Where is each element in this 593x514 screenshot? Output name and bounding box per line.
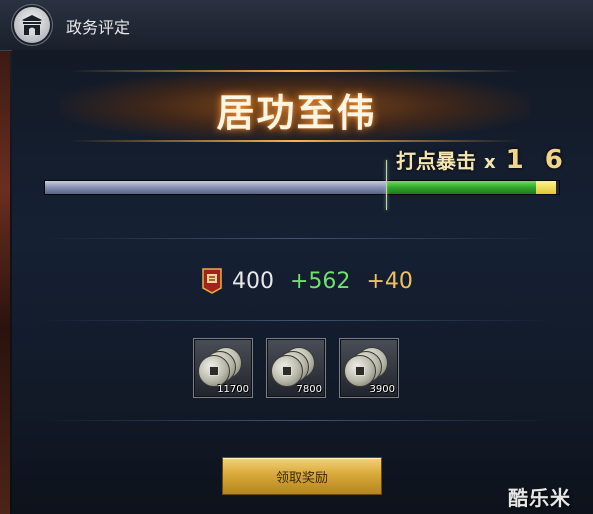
progress-fill-gained <box>387 181 536 194</box>
banner-bottom-line <box>70 140 520 142</box>
score-base: 400 <box>232 268 274 294</box>
crit-value: 1 6 <box>505 145 569 175</box>
progress-marker <box>386 160 387 210</box>
title-bar: 政务评定 <box>0 0 593 51</box>
crit-indicator: 打点暴击 x 1 6 <box>396 145 569 175</box>
divider <box>40 238 553 239</box>
progress-fill-previous <box>45 181 387 194</box>
reward-item[interactable]: 7800 <box>266 338 326 398</box>
red-banner-badge-icon <box>202 268 222 294</box>
window-title: 政务评定 <box>66 18 131 37</box>
reward-item[interactable]: 11700 <box>193 338 253 398</box>
reward-item[interactable]: 3900 <box>339 338 399 398</box>
progress-fill-tip <box>536 181 556 194</box>
progress-bar <box>44 180 560 195</box>
reward-count: 7800 <box>296 384 322 395</box>
reward-count: 3900 <box>369 384 395 395</box>
banner-top-line <box>70 70 520 72</box>
crit-multiplier-sign: x <box>484 152 496 173</box>
palace-gate-icon <box>14 7 50 43</box>
copper-coin-stack-icon <box>344 355 376 387</box>
copper-coin-stack-icon <box>198 355 230 387</box>
crit-label: 打点暴击 <box>396 149 476 173</box>
copper-coin-stack-icon <box>271 355 303 387</box>
watermark: 酷乐米 <box>508 486 571 510</box>
claim-reward-button[interactable]: 领取奖励 <box>222 457 382 495</box>
score-row: 400 +562 +40 <box>202 266 413 296</box>
score-bonus-green: +562 <box>290 268 351 294</box>
divider <box>40 420 553 421</box>
rank-title: 居功至伟 <box>216 90 377 135</box>
reward-count: 11700 <box>217 384 249 395</box>
divider <box>40 320 553 321</box>
score-bonus-gold: +40 <box>366 268 413 294</box>
